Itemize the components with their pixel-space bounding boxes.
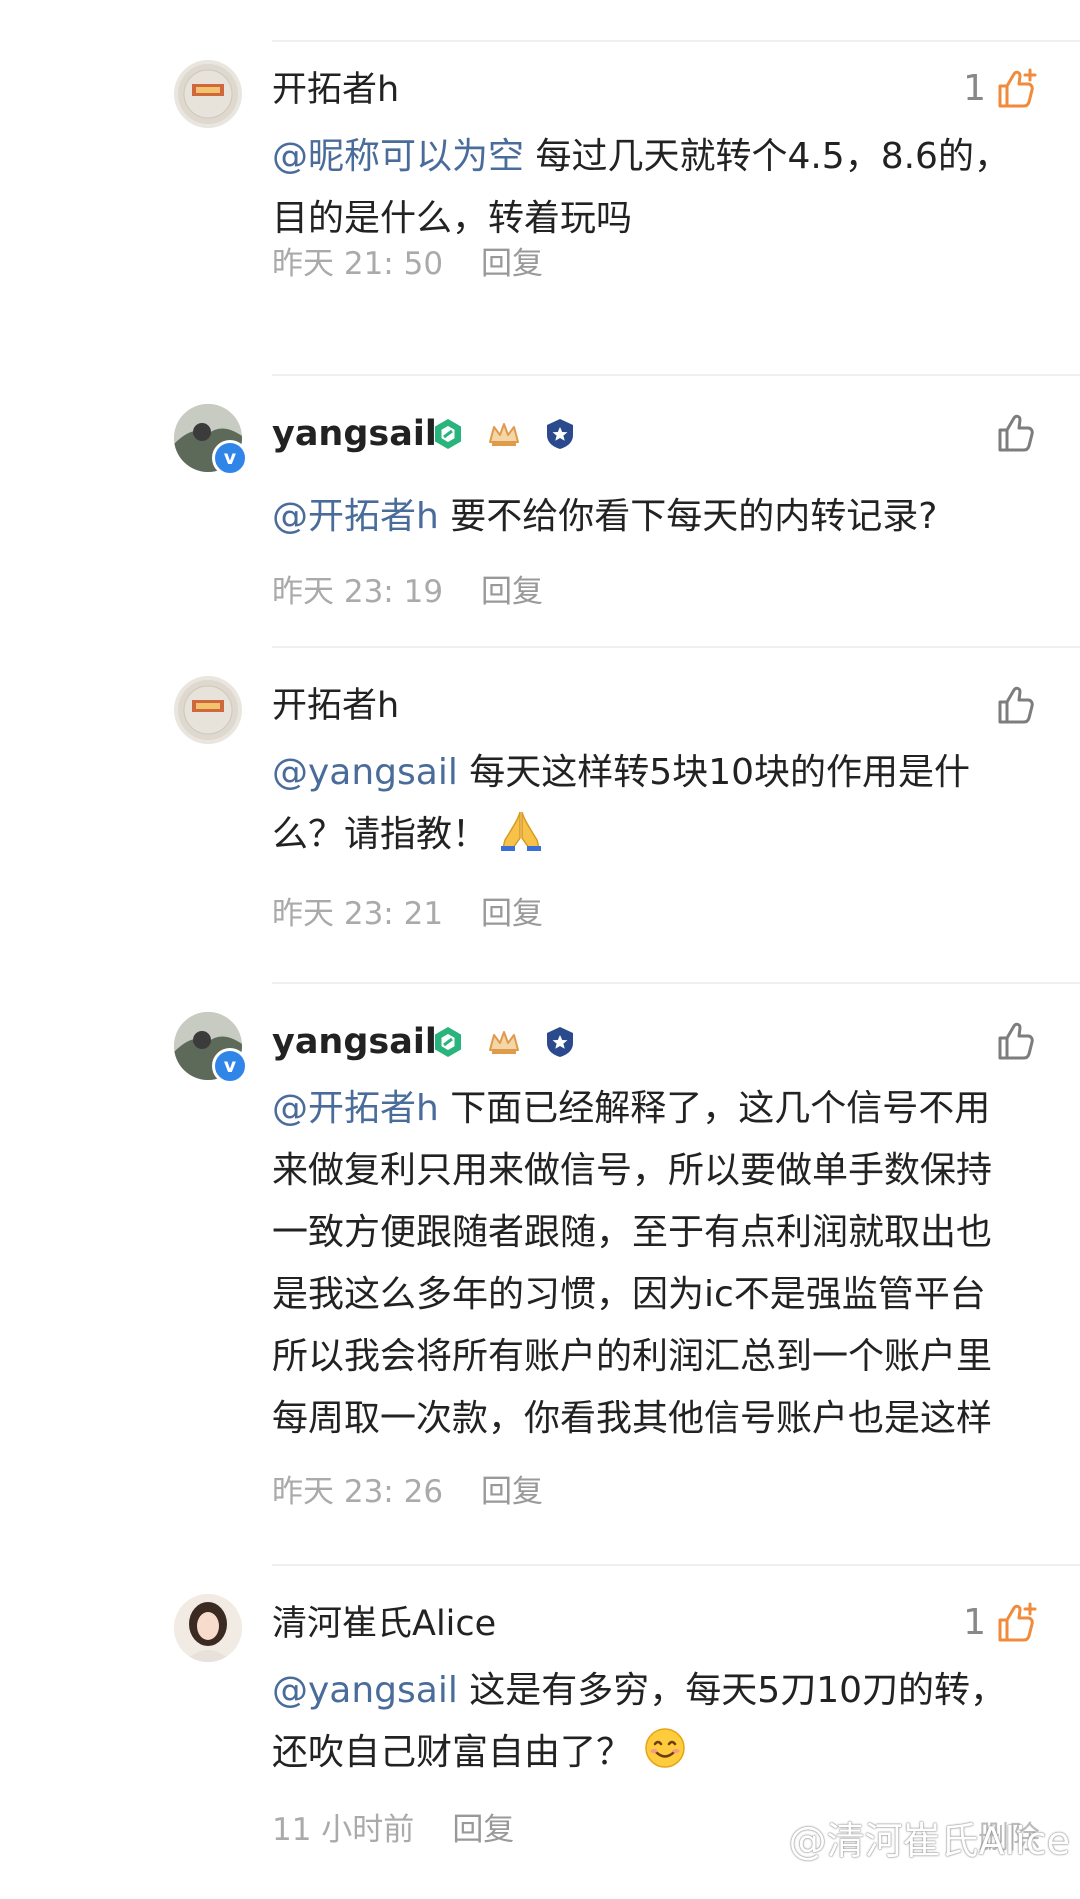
timestamp: 昨天 23: 21	[272, 896, 444, 932]
avatar[interactable]	[174, 60, 242, 128]
avatar[interactable]	[174, 676, 242, 744]
like-count: 1	[963, 1602, 986, 1643]
thumbs-up-outline-icon	[998, 414, 1034, 452]
thumbs-up-outline-icon	[998, 686, 1034, 724]
timestamp: 昨天 23: 26	[272, 1474, 444, 1510]
like-button[interactable]: 1	[963, 1600, 1040, 1646]
reply-button[interactable]: 回复	[481, 894, 543, 934]
avatar[interactable]	[174, 1594, 242, 1662]
comment-line: 这是有多穷，每天5刀10刀的转，	[457, 1670, 1007, 1711]
comment-meta: 昨天 23: 26 回复	[272, 1472, 543, 1512]
comment-text: @yangsail 这是有多穷，每天5刀10刀的转， 还吹自己财富自由了？	[272, 1660, 1032, 1784]
green-hexagon-badge-icon	[435, 1027, 461, 1057]
shield-badge-icon	[547, 419, 573, 449]
comment-line: 每过几天就转个4.5，8.6的，	[524, 136, 1010, 177]
comment-meta: 昨天 23: 19 回复	[272, 572, 543, 612]
divider	[272, 982, 1080, 984]
username[interactable]: yangsail	[272, 1020, 437, 1064]
divider	[272, 1564, 1080, 1566]
crown-badge-icon	[489, 1031, 519, 1054]
comment-line: 还吹自己财富自由了？	[272, 1732, 633, 1773]
comment-meta: 昨天 21: 50 回复	[272, 244, 543, 284]
watermark: @清河崔氏Alice	[788, 1819, 1070, 1863]
like-button[interactable]: 1	[963, 66, 1040, 112]
reply-button[interactable]: 回复	[481, 244, 543, 284]
reply-button[interactable]: 回复	[481, 1472, 543, 1512]
praying-hands-emoji	[501, 811, 542, 851]
comment-line: 目的是什么，转着玩吗	[272, 198, 633, 239]
timestamp: 昨天 21: 50	[272, 246, 444, 282]
timestamp: 11 小时前	[272, 1812, 415, 1848]
like-count: 1	[963, 68, 986, 109]
username[interactable]: 清河崔氏Alice	[272, 1602, 496, 1646]
thumbs-up-outline-icon	[998, 1022, 1034, 1060]
like-button[interactable]	[986, 682, 1040, 728]
avatar[interactable]: v	[174, 404, 248, 476]
comment-text: @开拓者h 要不给你看下每天的内转记录?	[272, 486, 1032, 548]
timestamp: 昨天 23: 19	[272, 574, 444, 610]
comment-meta: 昨天 23: 21 回复	[272, 894, 543, 934]
comment-line: 每周取一次款，你看我其他信号账户也是这样	[272, 1398, 993, 1439]
smiling-face-emoji	[645, 1728, 686, 1768]
mention-link[interactable]: @开拓者h	[272, 496, 439, 537]
comment-line: 所以我会将所有账户的利润汇总到一个账户里	[272, 1336, 993, 1377]
reply-button[interactable]: 回复	[452, 1810, 514, 1850]
thumbs-up-plus-icon	[998, 1602, 1037, 1642]
username[interactable]: 开拓者h	[272, 68, 399, 112]
user-badges	[432, 1026, 576, 1058]
verified-v-icon: v	[212, 1048, 248, 1084]
comment-line: 要不给你看下每天的内转记录?	[438, 496, 938, 537]
comment-line: 一致方便跟随者跟随，至于有点利润就取出也	[272, 1212, 993, 1253]
crown-badge-icon	[489, 423, 519, 446]
comment-line: 么？请指教！	[272, 814, 489, 855]
divider	[272, 646, 1080, 648]
thumbs-up-plus-icon	[998, 68, 1037, 108]
mention-link[interactable]: @yangsail	[272, 752, 458, 793]
comment-line: 每天这样转5块10块的作用是什	[457, 752, 971, 793]
user-badges	[432, 418, 576, 450]
like-button[interactable]	[986, 1018, 1040, 1064]
like-button[interactable]	[986, 410, 1040, 456]
username[interactable]: 开拓者h	[272, 684, 399, 728]
comment-text: @昵称可以为空 每过几天就转个4.5，8.6的， 目的是什么，转着玩吗	[272, 126, 1032, 250]
mention-link[interactable]: @开拓者h	[272, 1088, 439, 1129]
comment-meta: 11 小时前 回复	[272, 1810, 514, 1850]
comment-text: @开拓者h 下面已经解释了，这几个信号不用 来做复利只用来做信号，所以要做单手数…	[272, 1078, 1032, 1450]
shield-badge-icon	[547, 1027, 573, 1057]
verified-v-icon: v	[212, 440, 248, 476]
divider	[272, 40, 1080, 42]
green-hexagon-badge-icon	[435, 419, 461, 449]
mention-link[interactable]: @yangsail	[272, 1670, 458, 1711]
comment-line: 是我这么多年的习惯，因为ic不是强监管平台	[272, 1274, 986, 1315]
comment-line: 来做复利只用来做信号，所以要做单手数保持	[272, 1150, 993, 1191]
divider	[272, 374, 1080, 376]
avatar[interactable]: v	[174, 1012, 248, 1084]
comment-line: 下面已经解释了，这几个信号不用	[438, 1088, 991, 1129]
username[interactable]: yangsail	[272, 412, 437, 456]
mention-link[interactable]: @昵称可以为空	[272, 136, 524, 177]
reply-button[interactable]: 回复	[481, 572, 543, 612]
comment-text: @yangsail 每天这样转5块10块的作用是什 么？请指教！	[272, 742, 1032, 866]
